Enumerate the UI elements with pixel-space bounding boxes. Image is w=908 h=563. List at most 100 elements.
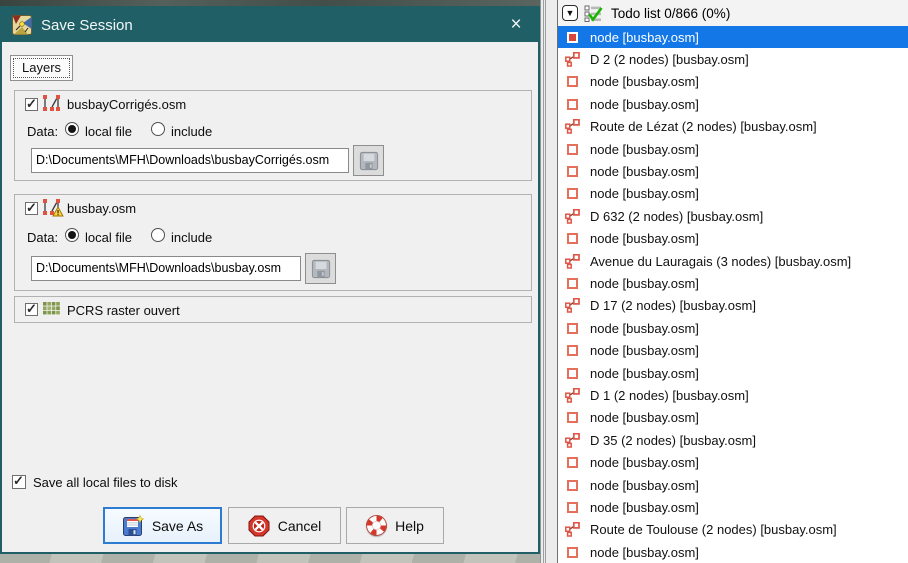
todo-item-label: node [busbay.osm]	[590, 275, 699, 291]
node-icon	[567, 277, 578, 289]
node-icon	[567, 322, 578, 334]
tab-layers[interactable]: Layers	[10, 55, 74, 81]
node-icon	[567, 31, 578, 43]
help-label: Help	[395, 517, 424, 534]
layer1-include-label[interactable]: include	[171, 124, 212, 139]
save-session-dialog: Save Session × Layers busbayCorrigés.osm…	[0, 6, 540, 554]
layer1-enabled-checkbox[interactable]	[25, 96, 38, 112]
save-all-label[interactable]: Save all local files to disk	[33, 475, 178, 490]
todo-item-label: node [busbay.osm]	[590, 544, 699, 560]
todo-item-label: node [busbay.osm]	[590, 365, 699, 381]
todo-item-label: node [busbay.osm]	[590, 499, 699, 515]
todo-list-item[interactable]: node [busbay.osm]	[558, 496, 908, 518]
todo-item-label: node [busbay.osm]	[590, 410, 699, 426]
layer2-path-field[interactable]: D:\Documents\MFH\Downloads\busbay.osm	[31, 256, 301, 281]
todo-list-item[interactable]: node [busbay.osm]	[558, 26, 908, 49]
todo-item-label: node [busbay.osm]	[590, 141, 699, 157]
layer1-include-radio[interactable]	[151, 122, 165, 136]
todo-list-item[interactable]: node [busbay.osm]	[558, 183, 908, 205]
layer2-include-label[interactable]: include	[171, 230, 212, 245]
todo-list-item[interactable]: node [busbay.osm]	[558, 362, 908, 384]
todo-list-item[interactable]: Route de Lézat (2 nodes) [busbay.osm]	[558, 116, 908, 138]
layer1-path-field[interactable]: D:\Documents\MFH\Downloads\busbayCorrigé…	[31, 148, 349, 173]
way-icon	[565, 253, 580, 269]
layer-group-busbay: busbay.osm Data: local file include D:\D…	[14, 194, 532, 291]
layer1-local-file-radio[interactable]	[65, 122, 79, 136]
todo-list-item[interactable]: D 1 (2 nodes) [busbay.osm]	[558, 384, 908, 406]
todo-list-item[interactable]: node [busbay.osm]	[558, 138, 908, 160]
layer2-local-file-label[interactable]: local file	[85, 230, 132, 245]
chevron-down-icon[interactable]: ▼	[562, 5, 578, 21]
help-button[interactable]: Help	[346, 507, 444, 544]
todo-item-label: node [busbay.osm]	[590, 231, 699, 247]
node-icon	[567, 188, 578, 200]
layer1-data-label: Data:	[27, 124, 59, 139]
todo-item-label: node [busbay.osm]	[590, 455, 699, 471]
save-all-checkbox[interactable]	[12, 473, 26, 489]
node-icon	[567, 76, 578, 88]
layer2-include-radio[interactable]	[151, 228, 165, 242]
todo-list-icon	[584, 5, 603, 22]
todo-list-item[interactable]: Avenue du Lauragais (3 nodes) [busbay.os…	[558, 250, 908, 272]
way-icon	[565, 298, 580, 314]
todo-panel-header: ▼ Todo list 0/866 (0%)	[558, 0, 908, 26]
node-icon	[567, 367, 578, 379]
help-lifering-icon	[366, 515, 388, 536]
cancel-button[interactable]: Cancel	[228, 507, 341, 544]
layer2-enabled-checkbox[interactable]	[25, 200, 38, 216]
close-icon[interactable]: ×	[500, 12, 532, 38]
layer2-name: busbay.osm	[67, 201, 137, 216]
osm-data-layer-warning-icon	[43, 199, 64, 217]
todo-list-item[interactable]: D 632 (2 nodes) [busbay.osm]	[558, 205, 908, 227]
todo-list-item[interactable]: D 2 (2 nodes) [busbay.osm]	[558, 48, 908, 70]
way-icon	[565, 208, 580, 224]
floppy-disabled-icon	[359, 151, 378, 170]
layer2-data-label: Data:	[27, 230, 59, 245]
floppy-save-icon	[122, 514, 144, 536]
screen: Save Session × Layers busbayCorrigés.osm…	[0, 0, 908, 563]
todo-list-item[interactable]: node [busbay.osm]	[558, 160, 908, 182]
todo-panel: ▼ Todo list 0/866 (0%) node [busbay.osm]	[557, 0, 908, 563]
todo-item-label: D 1 (2 nodes) [busbay.osm]	[590, 387, 749, 403]
node-icon	[567, 345, 578, 357]
node-icon	[567, 143, 578, 155]
todo-item-label: node [busbay.osm]	[590, 186, 699, 202]
raster-grid-icon	[43, 302, 60, 315]
node-icon	[567, 233, 578, 245]
layer3-enabled-checkbox[interactable]	[25, 301, 38, 317]
todo-list-item[interactable]: node [busbay.osm]	[558, 317, 908, 339]
todo-list-item[interactable]: node [busbay.osm]	[558, 541, 908, 563]
todo-list-item[interactable]: node [busbay.osm]	[558, 93, 908, 115]
panel-splitter[interactable]	[540, 0, 557, 563]
todo-list-item[interactable]: node [busbay.osm]	[558, 451, 908, 473]
todo-list-item[interactable]: D 35 (2 nodes) [busbay.osm]	[558, 429, 908, 451]
layer2-local-file-radio[interactable]	[65, 228, 79, 242]
node-icon	[567, 501, 578, 513]
layer-group-pcrs: PCRS raster ouvert	[14, 296, 532, 323]
node-icon	[567, 166, 578, 178]
node-icon	[567, 98, 578, 110]
save-as-button[interactable]: Save As	[103, 507, 222, 544]
todo-list-item[interactable]: node [busbay.osm]	[558, 71, 908, 93]
todo-list: node [busbay.osm] D 2 (2 nodes) [busbay.…	[558, 26, 908, 563]
node-icon	[567, 546, 578, 558]
todo-item-label: node [busbay.osm]	[590, 343, 699, 359]
todo-list-item[interactable]: D 17 (2 nodes) [busbay.osm]	[558, 295, 908, 317]
todo-list-item[interactable]: node [busbay.osm]	[558, 339, 908, 361]
osm-data-layer-icon	[43, 95, 60, 111]
todo-item-label: D 35 (2 nodes) [busbay.osm]	[590, 432, 756, 448]
todo-list-item[interactable]: node [busbay.osm]	[558, 474, 908, 496]
todo-item-label: node [busbay.osm]	[590, 29, 699, 45]
layer2-save-file-button[interactable]	[305, 253, 336, 284]
dialog-titlebar[interactable]: Save Session ×	[2, 8, 538, 42]
todo-panel-title: Todo list 0/866 (0%)	[611, 5, 731, 21]
layer1-save-file-button[interactable]	[353, 145, 384, 176]
todo-item-label: D 2 (2 nodes) [busbay.osm]	[590, 52, 749, 68]
todo-list-item[interactable]: Route de Toulouse (2 nodes) [busbay.osm]	[558, 519, 908, 541]
node-icon	[567, 412, 578, 424]
todo-list-item[interactable]: node [busbay.osm]	[558, 228, 908, 250]
todo-list-item[interactable]: node [busbay.osm]	[558, 272, 908, 294]
todo-list-item[interactable]: node [busbay.osm]	[558, 407, 908, 429]
layer1-local-file-label[interactable]: local file	[85, 124, 132, 139]
way-icon	[565, 387, 580, 403]
